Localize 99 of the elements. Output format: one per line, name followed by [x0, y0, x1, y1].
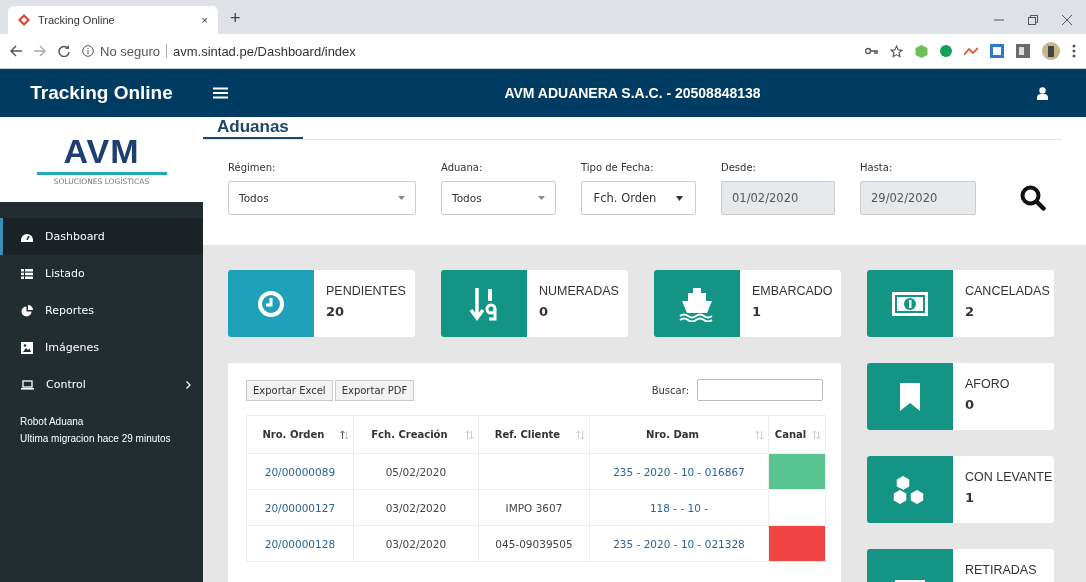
chart-icon[interactable]: [964, 46, 978, 56]
order-link[interactable]: 20/00000127: [246, 489, 354, 526]
card-label: CON LEVANTE: [965, 470, 1053, 484]
card-count: 0: [539, 304, 550, 319]
table-cell: 03/02/2020: [353, 489, 479, 526]
column-header[interactable]: Nro. Orden: [246, 415, 354, 454]
column-header[interactable]: Nro. Dam: [589, 415, 769, 454]
brand-title[interactable]: Tracking Online: [0, 82, 203, 104]
back-icon[interactable]: [10, 45, 22, 57]
list-icon: [21, 268, 33, 279]
divider: [166, 44, 167, 58]
menu-icon[interactable]: [213, 87, 228, 99]
filter-label: Tipo de Fecha:: [581, 162, 655, 173]
order-link[interactable]: 20/00000089: [246, 453, 354, 490]
logo-text: AVM: [63, 133, 140, 168]
banknote-icon: [891, 290, 929, 317]
card-count: 0: [965, 397, 976, 412]
card-count: 1: [965, 490, 976, 505]
export-button[interactable]: Exportar PDF: [334, 379, 415, 401]
status-text: Ultima migracion hace 29 minutos: [20, 432, 172, 446]
caret-icon: [676, 195, 684, 201]
sort-numeric-icon: [469, 285, 499, 322]
key-icon[interactable]: [865, 47, 878, 55]
search-icon[interactable]: [1020, 185, 1046, 211]
card-count: 1: [752, 304, 763, 319]
dam-link[interactable]: 118 - - 10 -: [589, 489, 769, 526]
table-cell: IMPO 3607: [478, 489, 590, 526]
status-card[interactable]: CANCELADAS 2: [867, 270, 1054, 337]
dashboard-icon: [21, 231, 33, 242]
status-card[interactable]: EMBARCADO 1: [654, 270, 841, 337]
search-field[interactable]: [697, 379, 823, 401]
sidebar-item[interactable]: Reportes: [0, 292, 203, 329]
security-label: No seguro: [100, 43, 160, 59]
table-cell: 045-09039505: [478, 525, 590, 562]
sidebar-item[interactable]: Imágenes: [0, 329, 203, 366]
status-card[interactable]: CON LEVANTE 1: [867, 456, 1054, 523]
table-cell: 03/02/2020: [353, 525, 479, 562]
reload-icon[interactable]: [58, 45, 70, 57]
laptop-icon: [21, 379, 34, 390]
profile-icon[interactable]: [1042, 42, 1060, 60]
card-label: AFORO: [965, 377, 1010, 391]
status-text: Robot Aduana: [20, 415, 85, 429]
filter-label: Régimen:: [228, 162, 277, 173]
browser-tab[interactable]: Tracking Online ×: [8, 6, 218, 34]
pie-chart-icon: [21, 304, 33, 317]
status-card[interactable]: NUMERADAS 0: [441, 270, 628, 337]
date-field[interactable]: 01/02/2020: [721, 181, 835, 215]
sidebar-item[interactable]: Dashboard: [0, 218, 203, 255]
table-cell: 05/02/2020: [353, 453, 479, 490]
section-tab[interactable]: Aduanas: [203, 117, 303, 139]
dam-link[interactable]: 235 - 2020 - 10 - 016867: [589, 453, 769, 490]
restore-icon[interactable]: [1028, 15, 1038, 25]
dot-icon[interactable]: [940, 45, 952, 57]
order-link[interactable]: 20/00000128: [246, 525, 354, 562]
card-count: 20: [326, 304, 346, 319]
extension-icon[interactable]: [990, 44, 1004, 58]
sort-icon[interactable]: [339, 429, 349, 440]
dam-link[interactable]: 235 - 2020 - 10 - 021328: [589, 525, 769, 562]
select-field[interactable]: Fch. Orden: [581, 181, 696, 215]
new-tab-button[interactable]: +: [230, 8, 241, 29]
column-header[interactable]: Canal: [768, 415, 826, 454]
favicon-icon: [18, 14, 30, 26]
card-label: EMBARCADO: [752, 284, 833, 298]
sidebar-item[interactable]: Listado: [0, 255, 203, 292]
column-header[interactable]: Fch. Creación: [353, 415, 479, 454]
search-label: Buscar:: [651, 384, 689, 396]
date-field[interactable]: 29/02/2020: [860, 181, 976, 215]
status-card[interactable]: RETIRADAS: [867, 549, 1054, 582]
card-label: CANCELADAS: [965, 284, 1050, 298]
image-icon: [21, 341, 33, 354]
tab-title: Tracking Online: [38, 14, 116, 26]
caret-icon: [538, 196, 545, 200]
caret-icon: [398, 196, 405, 200]
sidebar-item[interactable]: Control: [0, 366, 203, 403]
chevron-icon: [186, 380, 191, 389]
info-icon[interactable]: [82, 45, 94, 57]
filter-label: Aduana:: [441, 162, 484, 173]
company-title: AVM ADUANERA S.A.C. - 20508848138: [503, 85, 762, 101]
select-field[interactable]: Todos: [228, 181, 416, 215]
card-label: PENDIENTES: [326, 284, 406, 298]
export-button[interactable]: Exportar Excel: [246, 379, 333, 401]
status-card[interactable]: AFORO 0: [867, 363, 1054, 430]
select-field[interactable]: Todos: [441, 181, 556, 215]
tab-close-button[interactable]: ×: [201, 14, 208, 26]
more-icon[interactable]: [1072, 44, 1076, 58]
bookmark-icon: [899, 381, 921, 412]
filter-label: Desde:: [721, 162, 757, 173]
url-text[interactable]: avm.sintad.pe/Dashboard/index: [173, 43, 356, 59]
close-icon[interactable]: [1062, 15, 1072, 25]
user-icon[interactable]: [1037, 86, 1048, 100]
status-card[interactable]: PENDIENTES 20: [228, 270, 415, 337]
card-label: NUMERADAS: [539, 284, 619, 298]
card-count: 2: [965, 304, 976, 319]
column-header[interactable]: Ref. Cliente: [478, 415, 590, 454]
star-icon[interactable]: [890, 44, 903, 58]
card-label: RETIRADAS: [965, 563, 1037, 577]
filter-label: Hasta:: [860, 162, 894, 173]
clock-icon: [257, 289, 285, 318]
extension-icon[interactable]: [1016, 44, 1030, 58]
